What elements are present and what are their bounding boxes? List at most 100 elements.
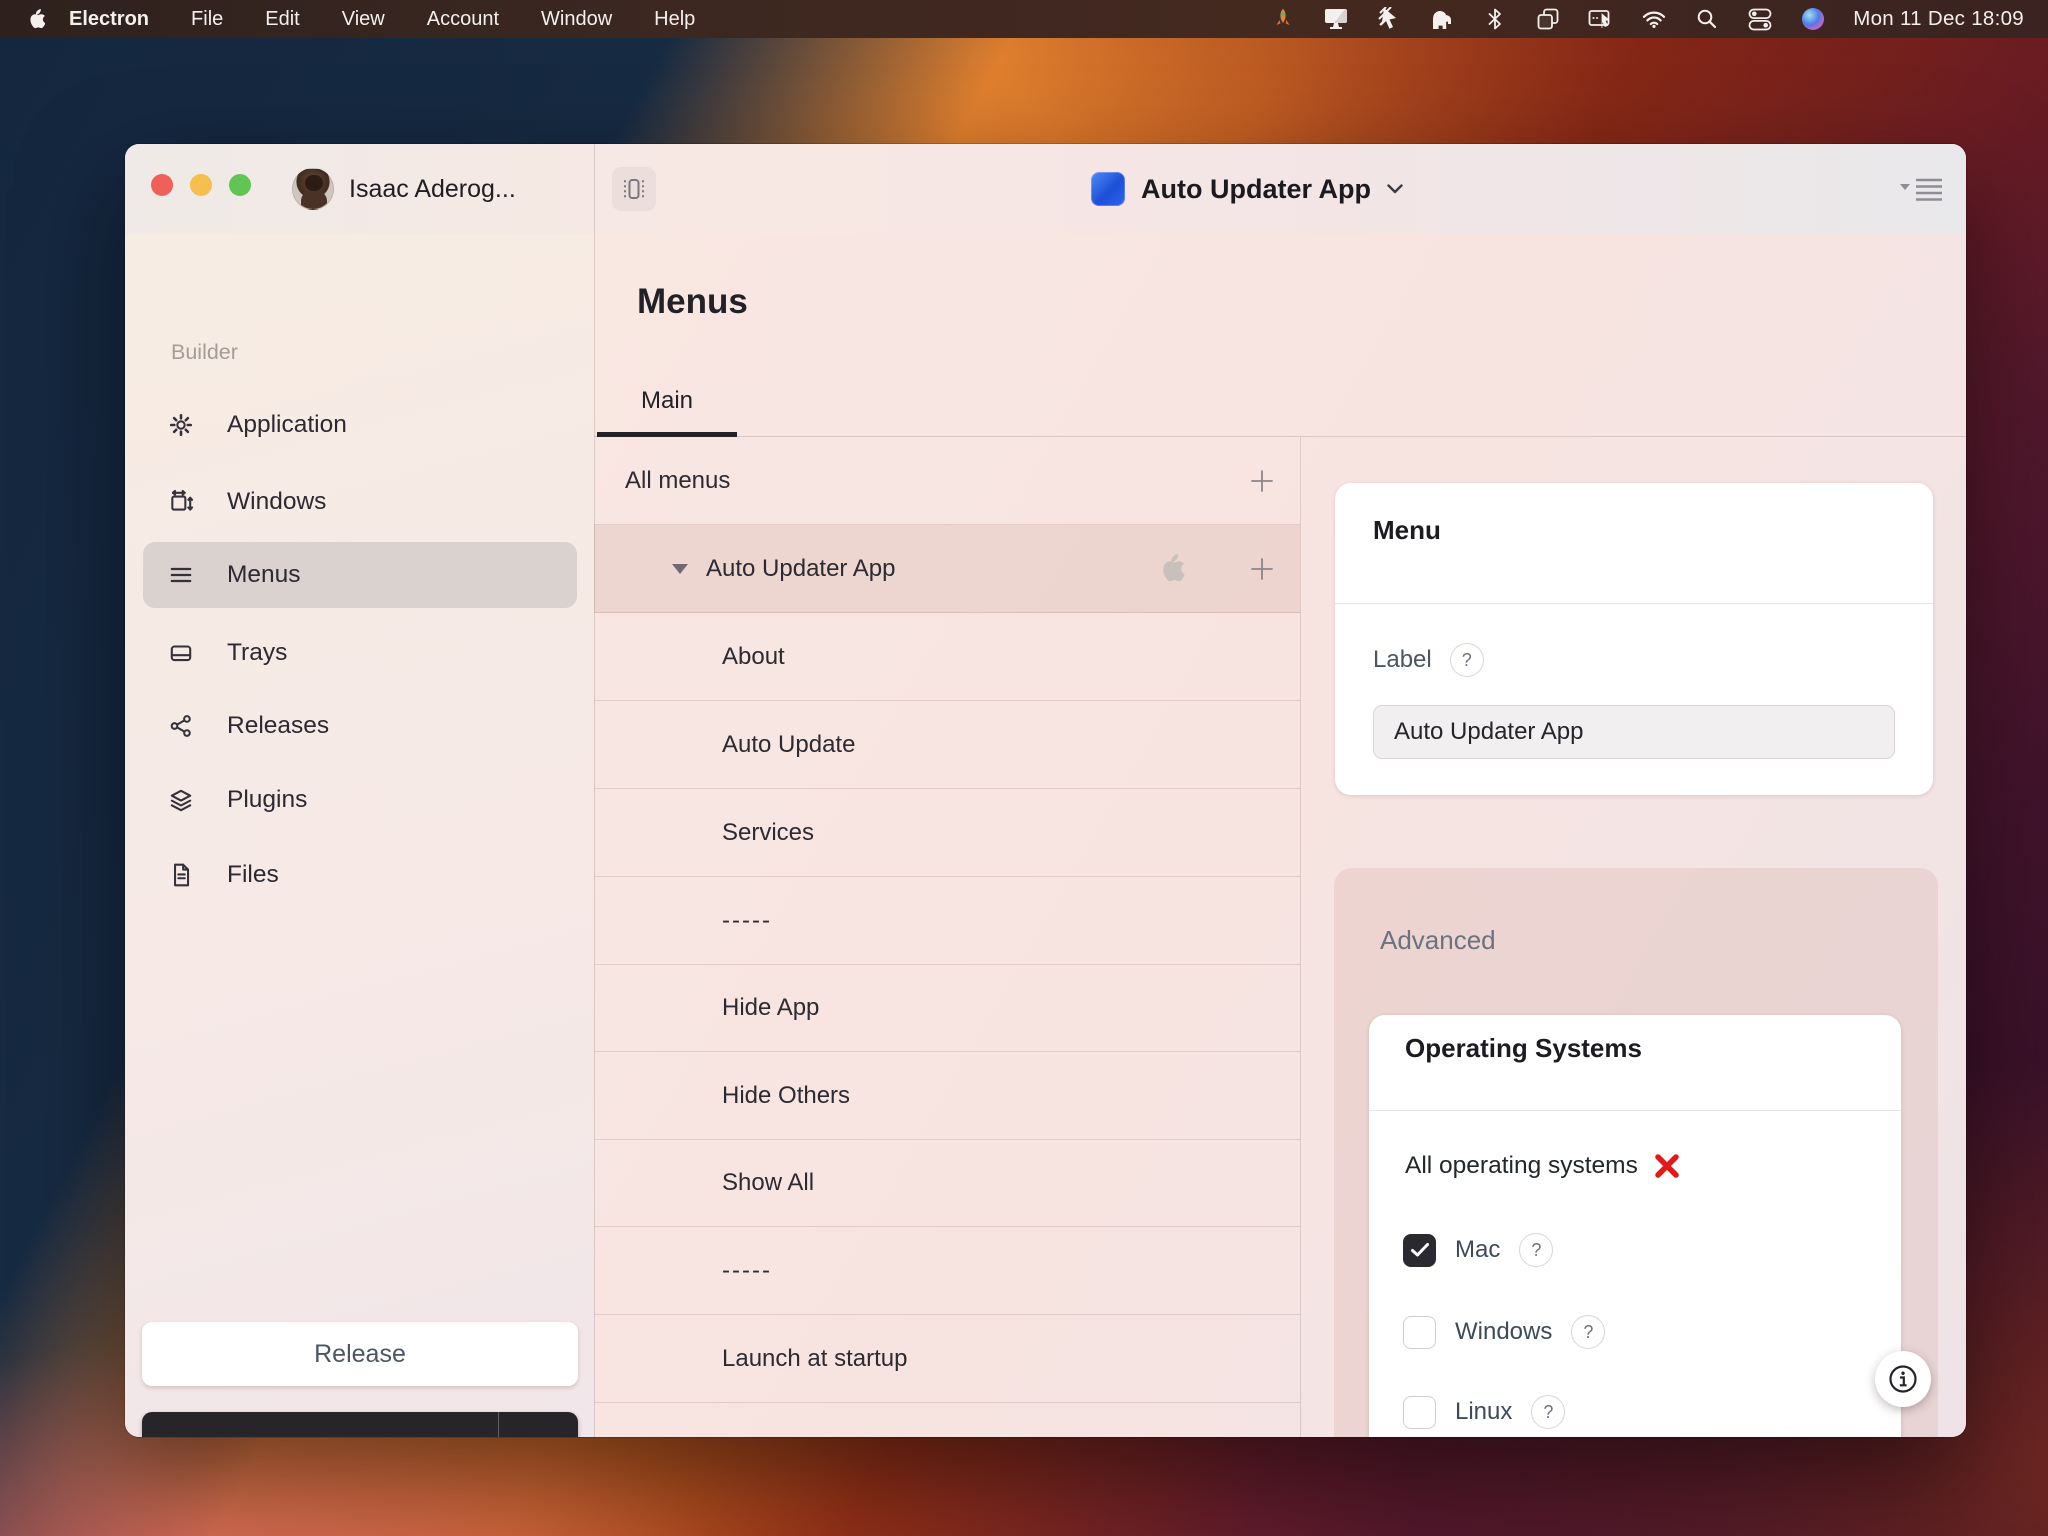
menubar-app-name[interactable]: Electron — [69, 8, 149, 31]
info-icon — [1888, 1364, 1918, 1394]
sidebar-item-application[interactable]: Application — [143, 392, 577, 458]
menu-item-row[interactable]: Hide Others — [594, 1052, 1300, 1140]
page-title: Menus — [637, 282, 748, 322]
menu-separator-row[interactable]: ----- — [594, 877, 1300, 965]
menu-item-label: Hide Others — [722, 1082, 850, 1110]
all-operating-systems-row[interactable]: All operating systems — [1405, 1151, 1682, 1181]
run-options-kebab-icon[interactable] — [498, 1412, 578, 1437]
operating-systems-card: Operating Systems All operating systems … — [1369, 1015, 1901, 1437]
main-content: Menus Main All menus Auto Updater App — [594, 234, 1966, 1437]
cursor-stripes-icon[interactable] — [1376, 6, 1402, 32]
help-icon[interactable]: ? — [1519, 1233, 1553, 1267]
all-menus-header-row[interactable]: All menus — [594, 437, 1300, 525]
mac-checkbox[interactable] — [1403, 1234, 1436, 1267]
app-selector-dropdown[interactable]: Auto Updater App — [1091, 144, 1403, 234]
display-sidebar-icon[interactable] — [1588, 6, 1614, 32]
help-icon[interactable]: ? — [1450, 643, 1484, 677]
sidebar-item-label: Files — [227, 861, 279, 889]
advanced-section-label: Advanced — [1380, 925, 1496, 956]
sidebar-item-files[interactable]: Files — [143, 842, 577, 908]
layers-icon — [168, 787, 194, 813]
sidebar-item-plugins[interactable]: Plugins — [143, 767, 577, 833]
menu-item-row[interactable]: Hide App — [594, 965, 1300, 1052]
menubar-item-window[interactable]: Window — [541, 8, 612, 31]
remove-x-icon[interactable] — [1652, 1151, 1682, 1181]
zoom-button[interactable] — [229, 174, 251, 196]
menu-item-row[interactable]: Services — [594, 789, 1300, 877]
sidebar-item-trays[interactable]: Trays — [143, 620, 577, 686]
menubar-clock[interactable]: Mon 11 Dec 18:09 — [1853, 7, 2024, 31]
outline-panel-icon[interactable] — [1893, 164, 1949, 214]
menu-item-label: Auto Update — [722, 731, 855, 759]
linux-checkbox[interactable] — [1403, 1396, 1436, 1429]
minimize-button[interactable] — [190, 174, 212, 196]
window-select-icon[interactable] — [612, 167, 656, 211]
help-icon[interactable]: ? — [1531, 1395, 1565, 1429]
close-button[interactable] — [151, 174, 173, 196]
menu-item-label: Launch at startup — [722, 1345, 907, 1373]
menubar-item-file[interactable]: File — [191, 8, 223, 31]
tab-main[interactable]: Main — [597, 364, 737, 437]
menu-root-row[interactable]: Auto Updater App — [594, 525, 1300, 613]
menu-item-row[interactable]: Show All — [594, 1140, 1300, 1227]
menubar-item-account[interactable]: Account — [427, 8, 499, 31]
release-button[interactable]: Release — [142, 1322, 578, 1386]
siri-icon[interactable] — [1800, 6, 1826, 32]
menubar-item-help[interactable]: Help — [654, 8, 695, 31]
window-stack-icon[interactable] — [1535, 6, 1561, 32]
run-button-label: Run — [142, 1412, 498, 1437]
menu-item-row[interactable]: About — [594, 613, 1300, 701]
wifi-icon[interactable] — [1641, 6, 1667, 32]
search-icon[interactable] — [1694, 6, 1720, 32]
sidebar-item-releases[interactable]: Releases — [143, 693, 577, 759]
disclosure-triangle-icon[interactable] — [672, 564, 688, 574]
builder-sidebar: Builder Application Windows Menus — [125, 234, 594, 1437]
menu-item-label: Services — [722, 819, 814, 847]
os-option-windows[interactable]: Windows ? — [1403, 1312, 1605, 1352]
user-avatar[interactable] — [292, 168, 334, 210]
rocket-app-icon[interactable] — [1270, 6, 1296, 32]
linux-label: Linux — [1455, 1398, 1512, 1426]
windows-checkbox[interactable] — [1403, 1316, 1436, 1349]
help-icon[interactable]: ? — [1571, 1315, 1605, 1349]
sidebar-item-label: Releases — [227, 712, 329, 740]
user-name[interactable]: Isaac Aderog... — [349, 144, 516, 234]
app-badge-icon — [1091, 172, 1125, 206]
os-option-mac[interactable]: Mac ? — [1403, 1230, 1553, 1270]
control-center-icon[interactable] — [1747, 6, 1773, 32]
label-field-caption: Label — [1373, 646, 1432, 674]
label-input[interactable]: Auto Updater App — [1373, 705, 1895, 759]
info-button[interactable] — [1875, 1351, 1931, 1407]
menu-root-label: Auto Updater App — [706, 555, 895, 583]
sidebar-divider — [594, 144, 595, 1437]
menu-item-row[interactable]: Auto Update — [594, 701, 1300, 789]
apple-menu-icon[interactable] — [28, 9, 45, 30]
menu-item-row[interactable]: Launch at startup — [594, 1315, 1300, 1403]
display-icon[interactable] — [1323, 6, 1349, 32]
sidebar-item-menus[interactable]: Menus — [143, 542, 577, 608]
sidebar-item-windows[interactable]: Windows — [143, 469, 577, 535]
sidebar-item-label: Menus — [227, 561, 301, 589]
label-input-value: Auto Updater App — [1394, 718, 1583, 746]
run-button[interactable]: Run — [142, 1412, 578, 1437]
menubar-item-edit[interactable]: Edit — [265, 8, 299, 31]
add-menu-button[interactable] — [1242, 461, 1282, 501]
windows-label: Windows — [1455, 1318, 1552, 1346]
gear-icon — [168, 412, 194, 438]
elephant-icon[interactable] — [1429, 6, 1455, 32]
menu-item-label: About — [722, 643, 785, 671]
macos-menubar: Electron File Edit View Account Window H… — [0, 0, 2048, 38]
list-panel-divider — [1300, 437, 1301, 1437]
menu-separator-row[interactable]: ----- — [594, 1227, 1300, 1315]
card-divider — [1335, 603, 1933, 604]
app-selector-label: Auto Updater App — [1141, 174, 1371, 205]
os-option-linux[interactable]: Linux ? — [1403, 1392, 1565, 1432]
menubar-item-view[interactable]: View — [342, 8, 385, 31]
add-menu-item-button[interactable] — [1242, 549, 1282, 589]
sidebar-item-label: Trays — [227, 639, 287, 667]
menu-inspector-card: Menu Label ? Auto Updater App — [1335, 483, 1933, 795]
all-operating-systems-label: All operating systems — [1405, 1152, 1638, 1180]
document-icon — [168, 862, 194, 888]
bluetooth-icon[interactable] — [1482, 6, 1508, 32]
release-button-label: Release — [314, 1340, 406, 1369]
